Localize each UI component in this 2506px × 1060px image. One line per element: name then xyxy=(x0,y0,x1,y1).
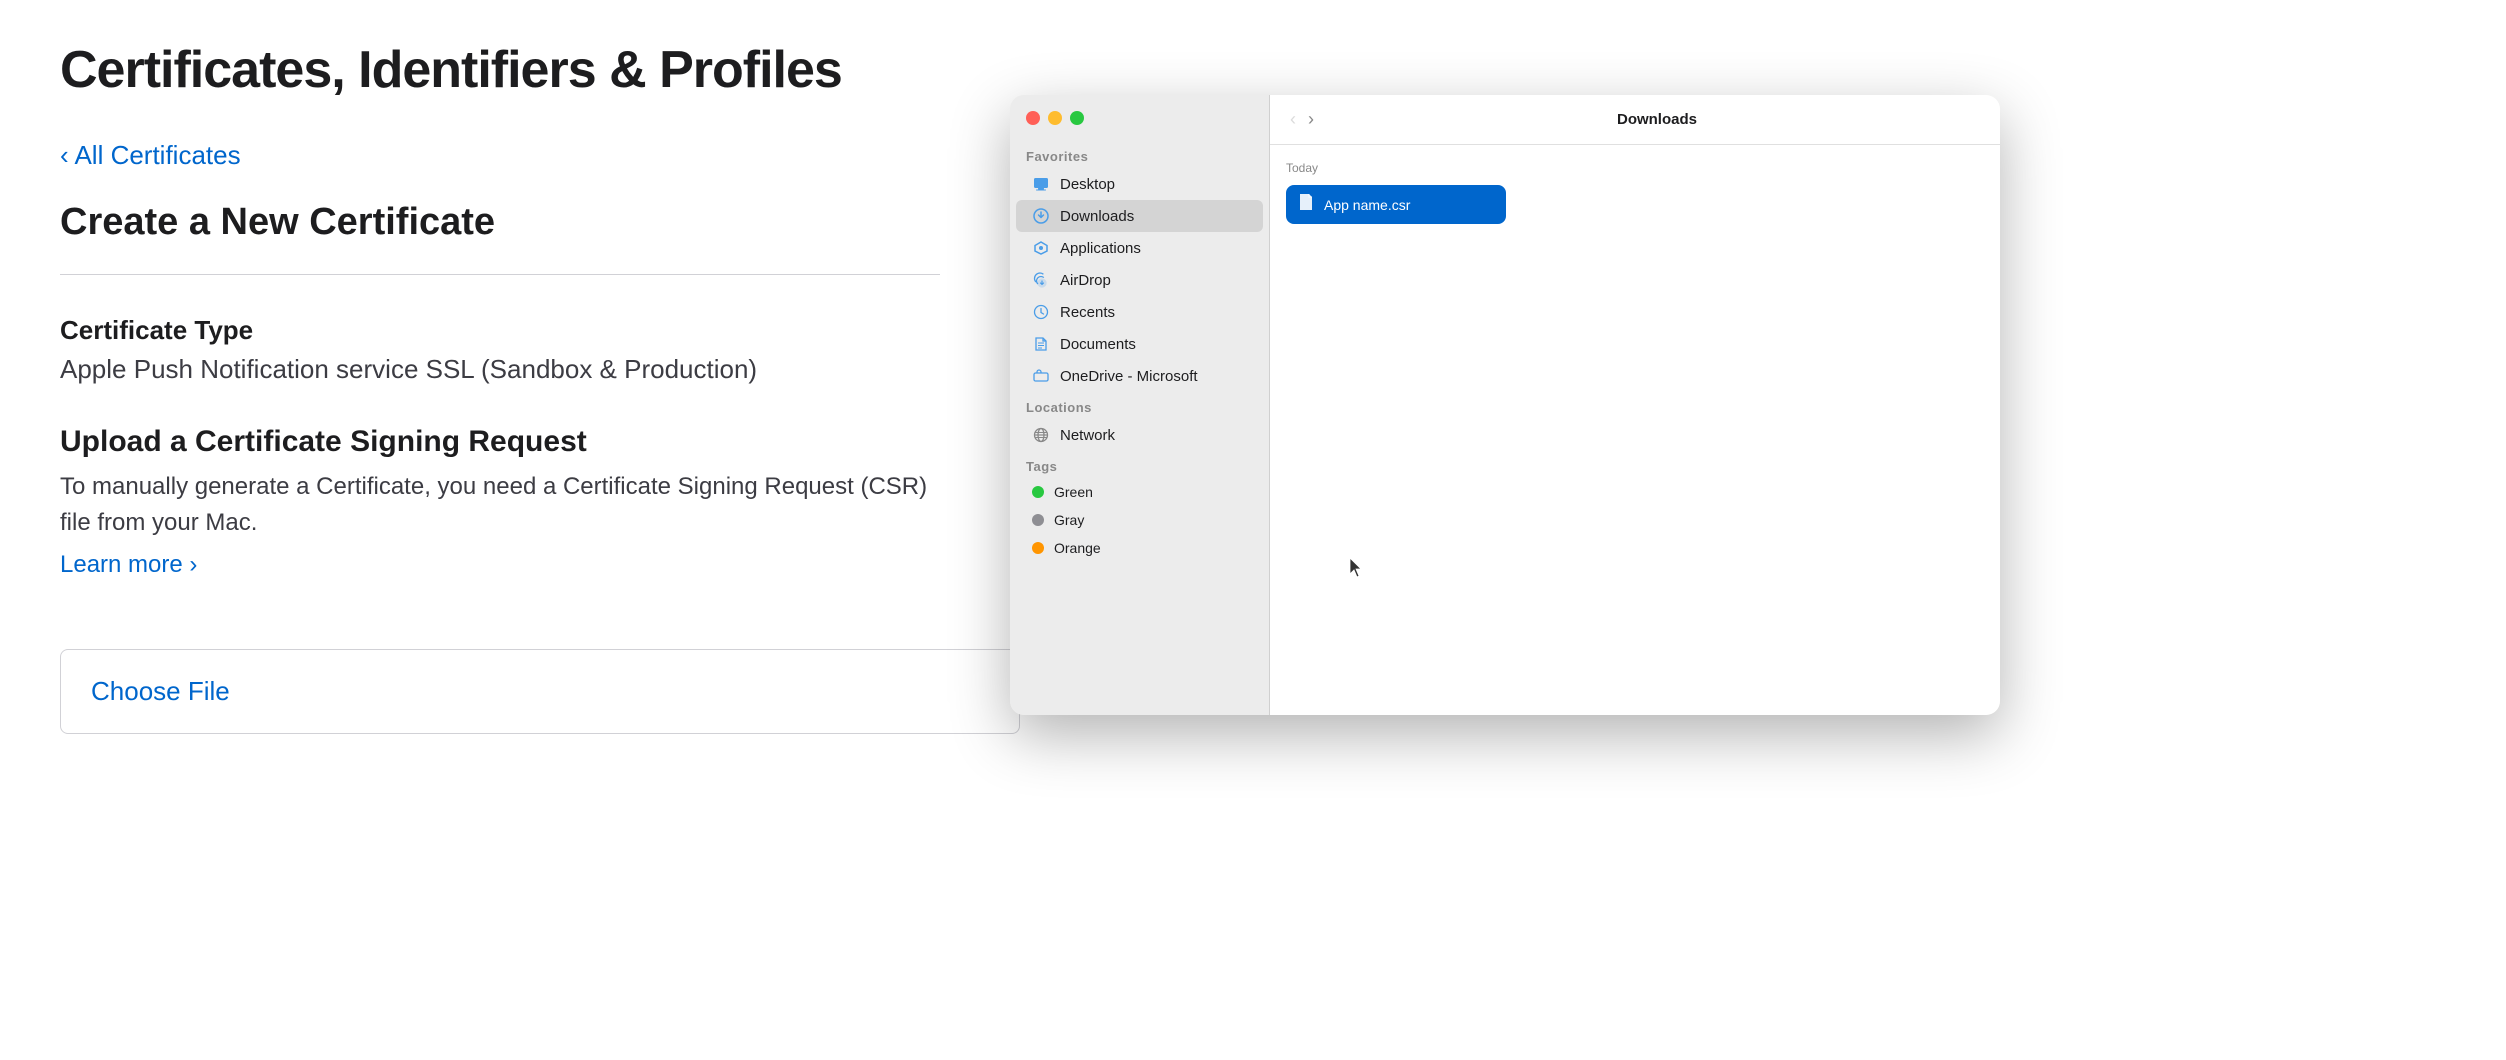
breadcrumb[interactable]: ‹ All Certificates xyxy=(60,140,940,171)
sidebar-network-label: Network xyxy=(1060,427,1115,444)
recents-icon xyxy=(1032,303,1050,321)
sidebar-item-desktop[interactable]: Desktop xyxy=(1016,168,1263,200)
back-button[interactable]: ‹ xyxy=(1286,107,1300,132)
documents-icon xyxy=(1032,335,1050,353)
window-controls xyxy=(1010,111,1269,141)
maximize-button[interactable] xyxy=(1070,111,1084,125)
desktop-icon xyxy=(1032,175,1050,193)
gray-tag-label: Gray xyxy=(1054,512,1084,528)
downloads-icon xyxy=(1032,207,1050,225)
green-dot xyxy=(1032,486,1044,498)
sidebar-onedrive-label: OneDrive - Microsoft xyxy=(1060,368,1198,385)
locations-label: Locations xyxy=(1010,392,1269,419)
tags-label: Tags xyxy=(1010,451,1269,478)
sidebar-documents-label: Documents xyxy=(1060,336,1136,353)
sidebar-applications-label: Applications xyxy=(1060,240,1141,257)
orange-dot xyxy=(1032,542,1044,554)
sidebar-item-documents[interactable]: Documents xyxy=(1016,328,1263,360)
sidebar-item-downloads[interactable]: Downloads xyxy=(1016,200,1263,232)
finder-window: Favorites Desktop Downloads xyxy=(1010,95,2000,715)
forward-button[interactable]: › xyxy=(1304,107,1318,132)
upload-desc: To manually generate a Certificate, you … xyxy=(60,469,940,541)
sidebar-item-applications[interactable]: Applications xyxy=(1016,232,1263,264)
choose-file-button[interactable]: Choose File xyxy=(60,649,1020,734)
finder-window-title: Downloads xyxy=(1617,111,1697,128)
sidebar-item-network[interactable]: Network xyxy=(1016,419,1263,451)
upload-heading: Upload a Certificate Signing Request xyxy=(60,425,940,459)
close-button[interactable] xyxy=(1026,111,1040,125)
green-tag-label: Green xyxy=(1054,484,1093,500)
sidebar-downloads-label: Downloads xyxy=(1060,208,1134,225)
divider xyxy=(60,274,940,275)
airdrop-icon xyxy=(1032,271,1050,289)
certificate-type-label: Certificate Type xyxy=(60,315,940,346)
minimize-button[interactable] xyxy=(1048,111,1062,125)
today-label: Today xyxy=(1286,161,1984,175)
certificate-type-value: Apple Push Notification service SSL (San… xyxy=(60,354,940,385)
finder-main: ‹ › Downloads Today App name.csr xyxy=(1270,95,2000,715)
finder-content: Today App name.csr xyxy=(1270,145,2000,715)
finder-sidebar: Favorites Desktop Downloads xyxy=(1010,95,1270,715)
learn-more-link[interactable]: Learn more › xyxy=(60,551,197,579)
sidebar-recents-label: Recents xyxy=(1060,304,1115,321)
orange-tag-label: Orange xyxy=(1054,540,1101,556)
nav-arrows: ‹ › xyxy=(1286,107,1318,132)
sidebar-airdrop-label: AirDrop xyxy=(1060,272,1111,289)
main-content: Certificates, Identifiers & Profiles ‹ A… xyxy=(0,0,1000,774)
sidebar-tag-orange[interactable]: Orange xyxy=(1016,534,1263,562)
favorites-label: Favorites xyxy=(1010,141,1269,168)
csr-file-name: App name.csr xyxy=(1324,197,1410,213)
finder-toolbar: ‹ › Downloads xyxy=(1270,95,2000,145)
page-title: Certificates, Identifiers & Profiles xyxy=(60,40,940,100)
create-certificate-title: Create a New Certificate xyxy=(60,201,940,244)
onedrive-icon xyxy=(1032,367,1050,385)
sidebar-tag-gray[interactable]: Gray xyxy=(1016,506,1263,534)
applications-icon xyxy=(1032,239,1050,257)
sidebar-tag-green[interactable]: Green xyxy=(1016,478,1263,506)
sidebar-item-airdrop[interactable]: AirDrop xyxy=(1016,264,1263,296)
file-item-csr[interactable]: App name.csr xyxy=(1286,185,1506,224)
sidebar-item-recents[interactable]: Recents xyxy=(1016,296,1263,328)
sidebar-item-onedrive[interactable]: OneDrive - Microsoft xyxy=(1016,360,1263,392)
gray-dot xyxy=(1032,514,1044,526)
upload-csr-group: Upload a Certificate Signing Request To … xyxy=(60,425,940,609)
network-icon xyxy=(1032,426,1050,444)
sidebar-desktop-label: Desktop xyxy=(1060,176,1115,193)
csr-file-icon xyxy=(1298,193,1314,216)
certificate-type-group: Certificate Type Apple Push Notification… xyxy=(60,315,940,385)
